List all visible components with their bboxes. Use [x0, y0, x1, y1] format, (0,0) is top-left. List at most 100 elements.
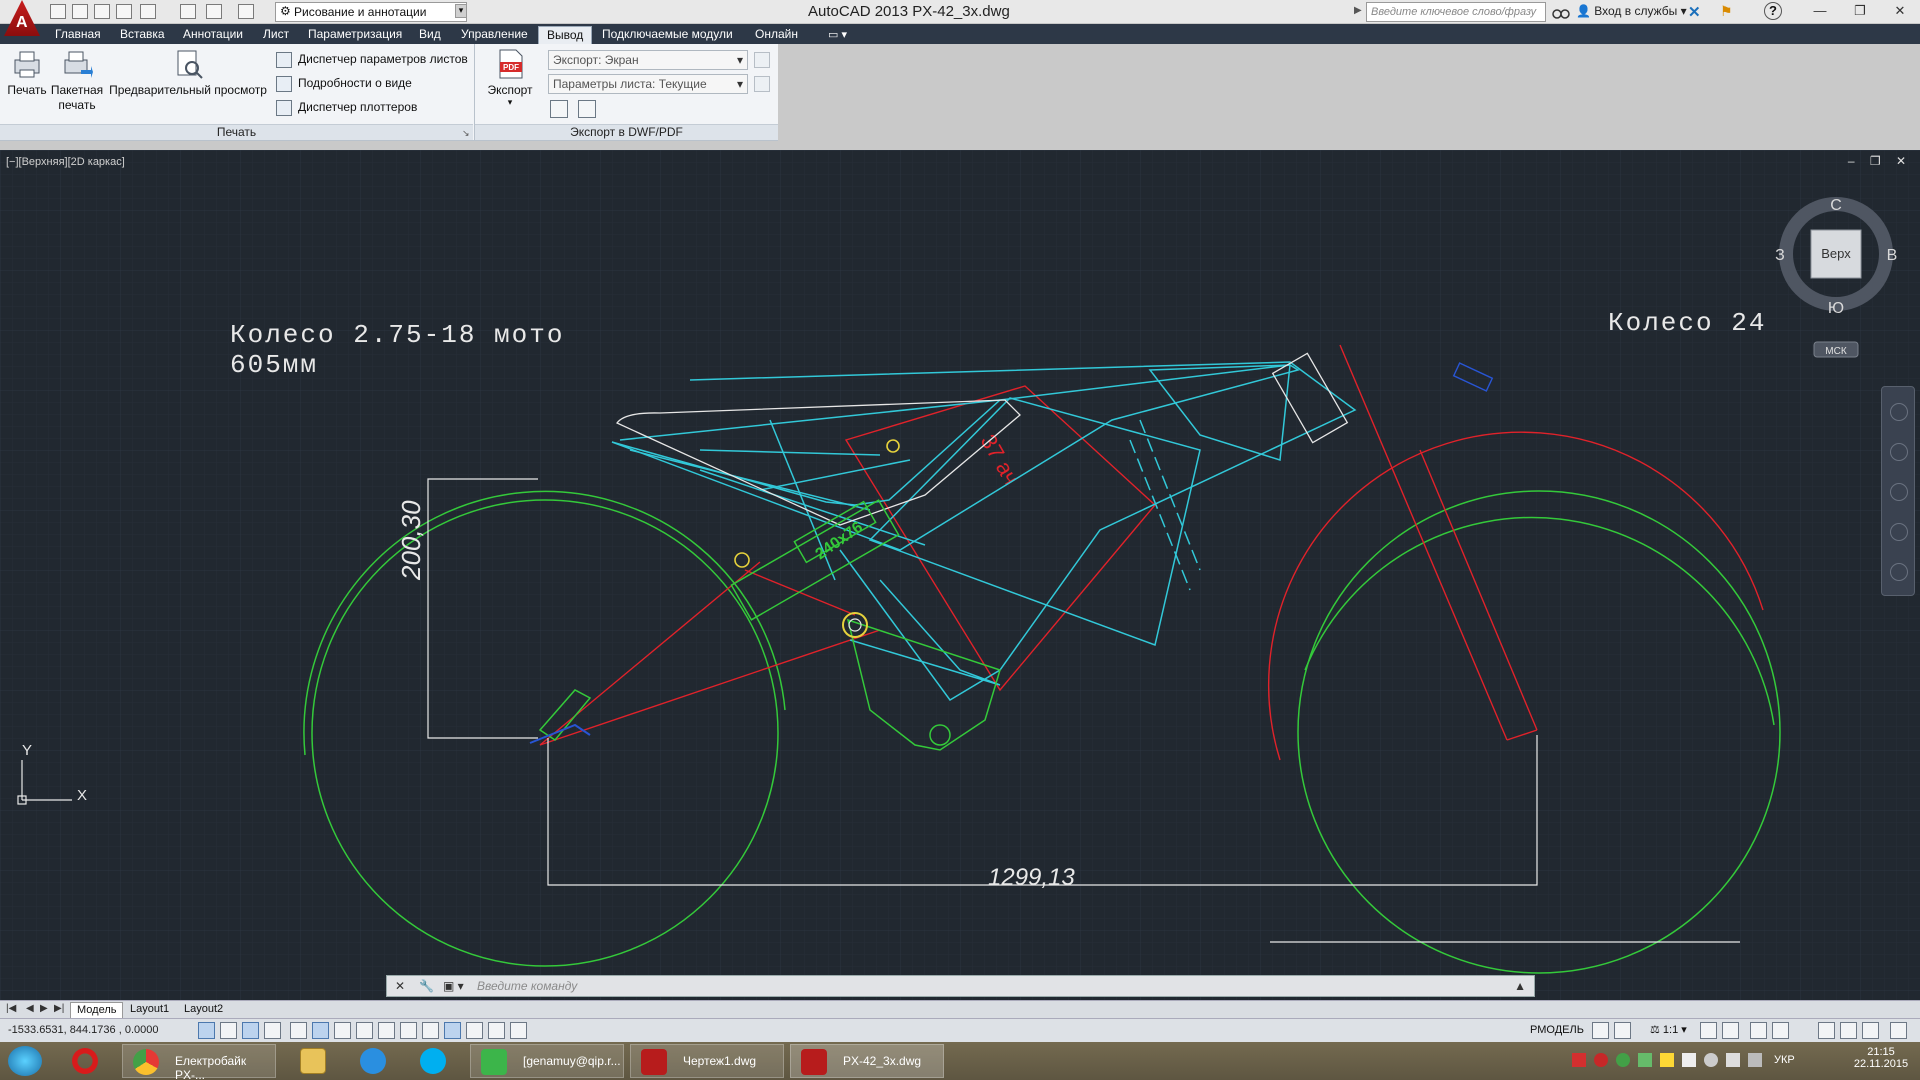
autodesk-360-icon[interactable]: ⚑ — [1720, 3, 1738, 21]
transparency-icon[interactable] — [444, 1022, 461, 1039]
command-input[interactable]: Введите команду — [477, 979, 577, 993]
viewcube-south[interactable]: Ю — [1828, 300, 1844, 317]
volume-tray-icon[interactable] — [1748, 1053, 1762, 1067]
tab-view[interactable]: Вид — [411, 26, 449, 44]
flag-tray-icon[interactable] — [1682, 1053, 1696, 1067]
lock-ui-icon[interactable] — [1772, 1022, 1789, 1039]
coordinates-readout[interactable]: -1533.6531, 844.1736 , 0.0000 — [8, 1024, 158, 1036]
qip-tray-icon[interactable] — [1616, 1053, 1630, 1067]
taskbar-opera[interactable] — [62, 1044, 114, 1078]
taskbar-px42[interactable]: PX-42_3x.dwg — [790, 1044, 944, 1078]
page-setup-override-icon[interactable] — [754, 76, 770, 92]
plot-button[interactable]: Печать — [6, 48, 48, 97]
quick-properties-icon[interactable] — [466, 1022, 483, 1039]
cad-drawing[interactable]: 37 ач 240х76 200,30 1299,13 Колесо 2.75-… — [0, 150, 1920, 1000]
plot-preview-button[interactable]: Предварительный просмотр — [108, 48, 268, 97]
signin-button[interactable]: 👤 Вход в службы ▾ — [1576, 4, 1687, 18]
taskbar-chrome[interactable]: Електробайк PX-... — [122, 1044, 276, 1080]
tab-annotate[interactable]: Аннотации — [175, 26, 251, 44]
zoom-icon[interactable] — [1890, 483, 1908, 501]
orbit-icon[interactable] — [1890, 523, 1908, 541]
panel-launcher-icon[interactable]: ↘ — [462, 128, 470, 139]
close-cmd-icon[interactable]: ✕ — [395, 979, 405, 993]
3d-osnap-icon[interactable] — [334, 1022, 351, 1039]
taskbar-explorer[interactable] — [290, 1044, 342, 1078]
annotation-scale[interactable]: ⚖ 1:1 ▾ — [1650, 1023, 1687, 1036]
preview-export-icon[interactable] — [550, 100, 568, 118]
quick-view-drawings-icon[interactable] — [1614, 1022, 1631, 1039]
workspace-select[interactable]: Рисование и аннотации — [275, 2, 467, 22]
workspace-switch-icon[interactable] — [1750, 1022, 1767, 1039]
tab-model[interactable]: Модель — [70, 1002, 124, 1018]
first-layout-icon[interactable]: |◀ — [6, 1003, 16, 1014]
annotation-visibility-icon[interactable] — [1700, 1022, 1717, 1039]
save-as-icon[interactable] — [116, 4, 132, 19]
selection-cycling-icon[interactable] — [488, 1022, 505, 1039]
quick-view-layouts-icon[interactable] — [1592, 1022, 1609, 1039]
workspace-dropdown-icon[interactable]: ▾ — [455, 4, 467, 18]
otrack-icon[interactable] — [356, 1022, 373, 1039]
antivirus-tray-icon[interactable] — [1594, 1053, 1608, 1067]
update-tray-icon[interactable] — [1638, 1053, 1652, 1067]
osnap-icon[interactable] — [312, 1022, 329, 1039]
minimize-button[interactable]: — — [1800, 0, 1840, 22]
viewcube-west[interactable]: З — [1775, 247, 1785, 264]
exchange-icon[interactable]: ✕ — [1688, 3, 1706, 21]
tab-layout1[interactable]: Layout1 — [124, 1002, 175, 1018]
tab-home[interactable]: Главная — [47, 26, 109, 44]
command-line[interactable]: ✕ 🔧 ▣ ▾ Введите команду ▲ — [386, 975, 1535, 997]
hardware-acceleration-icon[interactable] — [1818, 1022, 1835, 1039]
export-button[interactable]: PDF Экспорт ▾ — [484, 48, 536, 108]
taskbar-drawing1[interactable]: Чертеж1.dwg — [630, 1044, 784, 1078]
open-file-icon[interactable] — [72, 4, 88, 19]
start-button[interactable] — [8, 1046, 42, 1076]
auto-scale-icon[interactable] — [1722, 1022, 1739, 1039]
tab-insert[interactable]: Вставка — [112, 26, 173, 44]
publish-icon[interactable] — [140, 4, 156, 19]
export-options-icon[interactable] — [754, 52, 770, 68]
binoculars-icon[interactable] — [1552, 4, 1570, 20]
view-details-button[interactable]: Подробности о виде — [276, 76, 412, 94]
clean-screen-icon[interactable] — [1890, 1022, 1907, 1039]
language-indicator[interactable]: УКР — [1774, 1054, 1795, 1066]
navigation-bar[interactable] — [1881, 386, 1915, 596]
prev-layout-icon[interactable]: ◀ — [26, 1003, 34, 1014]
power-tray-icon[interactable] — [1726, 1053, 1740, 1067]
next-layout-icon[interactable]: ▶ — [40, 1003, 48, 1014]
search-input[interactable]: Введите ключевое слово/фразу — [1366, 2, 1546, 22]
tab-parametric[interactable]: Параметризация — [300, 26, 410, 44]
status-menu-icon[interactable] — [1862, 1022, 1879, 1039]
close-button[interactable]: ✕ — [1880, 0, 1920, 22]
pan-icon[interactable] — [1890, 443, 1908, 461]
tab-manage[interactable]: Управление — [453, 26, 536, 44]
ducs-icon[interactable] — [378, 1022, 395, 1039]
tab-layout[interactable]: Лист — [255, 26, 297, 44]
clock[interactable]: 21:15 22.11.2015 — [1850, 1046, 1912, 1070]
tab-addins[interactable]: Подключаемые модули — [594, 26, 741, 44]
help-icon[interactable]: ? — [1764, 2, 1782, 20]
cmd-prompt-icon[interactable]: ▣ ▾ — [443, 979, 464, 993]
save-icon[interactable] — [94, 4, 110, 19]
application-menu-button[interactable]: A — [4, 0, 40, 36]
tab-online[interactable]: Онлайн — [747, 26, 806, 44]
taskbar-qip[interactable]: [genamuy@qip.r... — [470, 1044, 624, 1078]
redo-icon[interactable] — [238, 4, 254, 19]
ortho-icon[interactable] — [264, 1022, 281, 1039]
search-expand-icon[interactable]: ▶ — [1354, 5, 1364, 17]
isolate-objects-icon[interactable] — [1840, 1022, 1857, 1039]
ribbon-toggle-icon[interactable]: ▭ ▾ — [828, 28, 847, 41]
export-settings-icon[interactable] — [578, 100, 596, 118]
snap-icon[interactable] — [220, 1022, 237, 1039]
tab-output[interactable]: Вывод — [538, 26, 593, 44]
viewcube-east[interactable]: В — [1887, 247, 1898, 264]
taskbar-ie[interactable] — [350, 1044, 402, 1078]
acrobat-tray-icon[interactable] — [1572, 1053, 1586, 1067]
last-layout-icon[interactable]: ▶| — [54, 1003, 64, 1014]
viewport-window-controls[interactable]: – ❐ ✕ — [1848, 154, 1912, 168]
page-setup-manager-button[interactable]: Диспетчер параметров листов — [276, 52, 468, 70]
customize-cmd-icon[interactable]: 🔧 — [419, 979, 434, 993]
drawing-viewport[interactable]: [−][Верхняя][2D каркас] – ❐ ✕ 37 ач 240х… — [0, 150, 1920, 1000]
infer-constraints-icon[interactable] — [198, 1022, 215, 1039]
restore-button[interactable]: ❐ — [1840, 0, 1880, 22]
polar-icon[interactable] — [290, 1022, 307, 1039]
